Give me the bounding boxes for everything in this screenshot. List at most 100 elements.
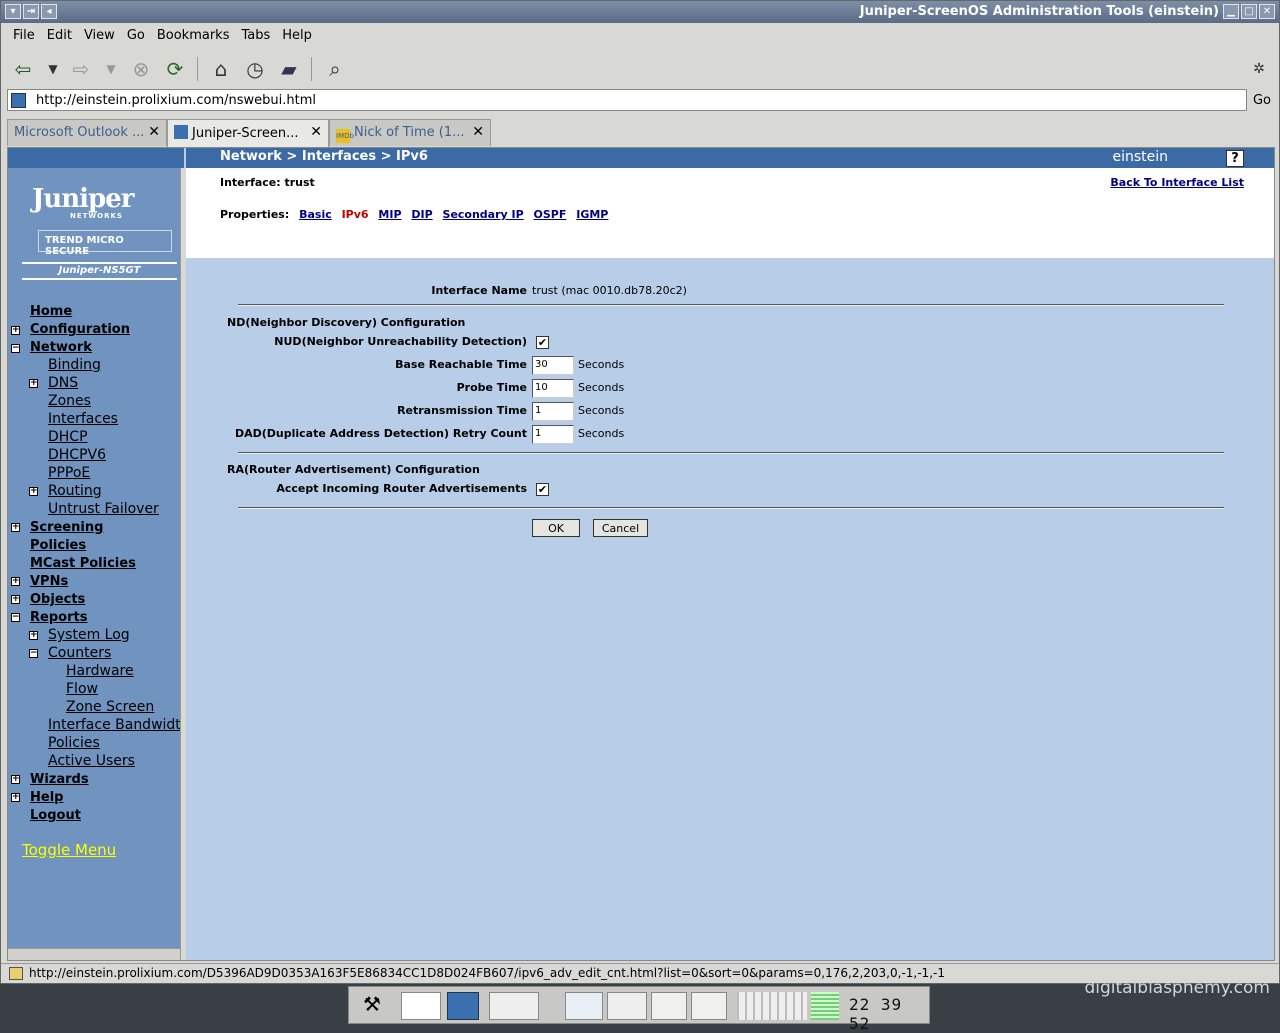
shade-icon[interactable]: ⇥ (23, 4, 39, 19)
reload-icon[interactable]: ⟳ (161, 55, 189, 83)
sidebar-item-wizards[interactable]: Wizards (30, 772, 89, 790)
expand-icon[interactable]: + (11, 577, 20, 586)
expand-icon[interactable]: + (29, 631, 38, 640)
sidebar-item-objects[interactable]: Objects (30, 592, 85, 610)
forward-history-icon[interactable]: ▼ (97, 55, 125, 83)
browser-task-icon[interactable] (447, 992, 479, 1020)
sidebar-item-untrust-failover[interactable]: Untrust Failover (48, 501, 159, 519)
accept-ra-checkbox[interactable]: ✔ (536, 483, 549, 496)
go-button[interactable]: Go (1253, 93, 1271, 108)
sidebar-item-configuration[interactable]: Configuration (30, 322, 130, 340)
stick-icon[interactable]: ◂ (41, 4, 57, 19)
sidebar-item-system-log[interactable]: System Log (48, 627, 130, 645)
probe-time-input[interactable]: 10 (532, 379, 574, 398)
dad-retry-input[interactable]: 1 (532, 425, 574, 444)
menu-help[interactable]: Help (276, 25, 318, 43)
workspace-1[interactable] (401, 992, 441, 1020)
sidebar-item-interface-bandwidth[interactable]: Interface Bandwidth (48, 717, 184, 735)
window-menu-icon[interactable]: ▾ (5, 4, 21, 19)
menu-file[interactable]: File (1, 25, 41, 43)
nud-checkbox[interactable]: ✔ (536, 336, 549, 349)
sidebar-item-policies[interactable]: Policies (30, 538, 86, 556)
sidebar-item-routing[interactable]: Routing (48, 483, 102, 501)
base-reachable-input[interactable]: 30 (532, 356, 574, 375)
sidebar-item-home[interactable]: Home (30, 304, 72, 322)
close-tab-icon[interactable]: ✕ (310, 124, 322, 140)
sidebar-item-help[interactable]: Help (30, 790, 63, 808)
prop-basic-link[interactable]: Basic (299, 208, 332, 221)
tools-icon[interactable]: ⚒ (363, 992, 389, 1020)
menu-tabs[interactable]: Tabs (235, 25, 276, 43)
forward-icon[interactable]: ⇨ (67, 55, 95, 83)
prop-secondary-ip-link[interactable]: Secondary IP (443, 208, 524, 221)
sidebar-item-active-users[interactable]: Active Users (48, 753, 135, 771)
prop-mip-link[interactable]: MIP (378, 208, 401, 221)
url-text[interactable]: http://einstein.prolixium.com/nswebui.ht… (36, 93, 316, 108)
expand-icon[interactable]: + (11, 775, 20, 784)
sidebar-item-hardware[interactable]: Hardware (66, 663, 134, 681)
cancel-button[interactable]: Cancel (593, 519, 648, 537)
back-history-icon[interactable]: ▼ (39, 55, 67, 83)
menu-go[interactable]: Go (121, 25, 151, 43)
sidebar-item-mcast-policies[interactable]: MCast Policies (30, 556, 136, 574)
workspace-2[interactable] (489, 992, 539, 1020)
collapse-icon[interactable]: − (11, 344, 20, 353)
tab-imdb[interactable]: IMDbNick of Time (1... ✕ (329, 119, 491, 146)
expand-icon[interactable]: + (11, 793, 20, 802)
collapse-icon[interactable]: − (11, 613, 20, 622)
menu-edit[interactable]: Edit (41, 25, 78, 43)
sidebar-item-dhcpv6[interactable]: DHCPV6 (48, 447, 106, 465)
sidebar-item-dhcp[interactable]: DHCP (48, 429, 88, 447)
expand-icon[interactable]: + (11, 326, 20, 335)
back-to-interface-list-link[interactable]: Back To Interface List (1110, 176, 1244, 189)
expand-icon[interactable]: + (29, 487, 38, 496)
close-window-icon[interactable]: ✕ (1259, 4, 1275, 19)
sidebar-item-reports[interactable]: Reports (30, 610, 87, 628)
prop-dip-link[interactable]: DIP (411, 208, 432, 221)
close-tab-icon[interactable]: ✕ (472, 124, 484, 140)
sidebar-horizontal-scrollbar[interactable] (8, 948, 184, 960)
toggle-menu-link[interactable]: Toggle Menu (22, 841, 116, 859)
address-bar[interactable]: http://einstein.prolixium.com/nswebui.ht… (7, 89, 1247, 111)
help-icon[interactable]: ? (1226, 150, 1244, 167)
sidebar-item-interfaces[interactable]: Interfaces (48, 411, 118, 429)
sidebar-item-logout[interactable]: Logout (30, 808, 81, 826)
print-preview-icon[interactable]: ⌕ (321, 55, 349, 83)
stop-icon[interactable]: ⊗ (127, 55, 155, 83)
bookmarks-icon[interactable]: ▰ (275, 55, 303, 83)
sidebar-item-counters[interactable]: Counters (48, 645, 111, 663)
sidebar-item-flow[interactable]: Flow (66, 681, 98, 699)
collapse-icon[interactable]: − (29, 649, 38, 658)
sidebar-item-vpns[interactable]: VPNs (30, 574, 68, 592)
tab-juniper[interactable]: Juniper-Screen... ✕ (167, 119, 329, 147)
home-icon[interactable]: ⌂ (207, 55, 235, 83)
sidebar-item-zone-screen[interactable]: Zone Screen (66, 699, 154, 717)
app-task-icon[interactable] (651, 992, 687, 1020)
app-task-icon[interactable] (691, 992, 727, 1020)
sidebar-item-binding[interactable]: Binding (48, 357, 101, 375)
history-icon[interactable]: ◷ (241, 55, 269, 83)
prop-igmp-link[interactable]: IGMP (576, 208, 608, 221)
sidebar-item-dns[interactable]: DNS (48, 375, 78, 393)
minimize-icon[interactable]: ▁ (1223, 4, 1239, 19)
sidebar-item-network[interactable]: Network (30, 340, 92, 358)
sidebar-item-pppoe[interactable]: PPPoE (48, 465, 90, 483)
back-icon[interactable]: ⇦ (9, 55, 37, 83)
expand-icon[interactable]: + (29, 379, 38, 388)
ok-button[interactable]: OK (532, 519, 580, 537)
close-tab-icon[interactable]: ✕ (148, 124, 160, 140)
maximize-icon[interactable]: □ (1241, 4, 1257, 19)
tab-outlook[interactable]: Microsoft Outlook ... ✕ (7, 119, 167, 146)
prop-ospf-link[interactable]: OSPF (534, 208, 567, 221)
expand-icon[interactable]: + (11, 523, 20, 532)
retransmission-input[interactable]: 1 (532, 402, 574, 421)
expand-icon[interactable]: + (11, 595, 20, 604)
workspace-3[interactable] (607, 992, 647, 1020)
sidebar-item-report-policies[interactable]: Policies (48, 735, 100, 753)
menu-view[interactable]: View (78, 25, 121, 43)
menu-bookmarks[interactable]: Bookmarks (151, 25, 236, 43)
sidebar-item-zones[interactable]: Zones (48, 393, 91, 411)
network-icon[interactable] (565, 992, 603, 1020)
base-reachable-label: Base Reachable Time (395, 358, 527, 371)
sidebar-item-screening[interactable]: Screening (30, 520, 103, 538)
